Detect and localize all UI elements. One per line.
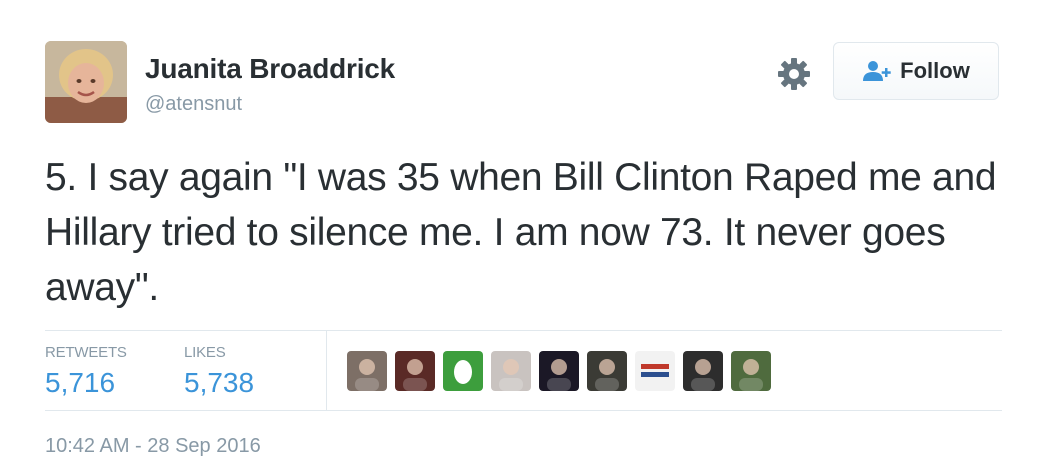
liker-avatar-2[interactable] [395, 351, 435, 391]
tweet-timestamp[interactable]: 10:42 AM - 28 Sep 2016 [45, 435, 261, 458]
tweet-text: 5. I say again "I was 35 when Bill Clint… [45, 156, 997, 309]
retweets-stat[interactable]: RETWEETS 5,716 [45, 344, 127, 399]
retweets-label: RETWEETS [45, 344, 127, 361]
retweets-count: 5,716 [45, 367, 116, 398]
tweet-card: Juanita Broaddrick @atensnut Follow 5. I… [0, 0, 1043, 473]
liker-avatar-9[interactable] [731, 351, 771, 391]
stats-divider-top [45, 330, 1002, 331]
avatar-photo [45, 41, 127, 123]
gear-icon[interactable] [776, 56, 812, 92]
stats-divider-vertical [326, 331, 327, 410]
add-user-icon [863, 61, 891, 81]
liker-avatar-6[interactable] [587, 351, 627, 391]
likes-stat[interactable]: LIKES 5,738 [184, 344, 254, 399]
liker-avatar-8[interactable] [683, 351, 723, 391]
likes-label: LIKES [184, 344, 226, 361]
liker-avatars [347, 351, 771, 391]
author-avatar[interactable] [45, 41, 127, 123]
liker-avatar-5[interactable] [539, 351, 579, 391]
stats-divider-bottom [45, 410, 1002, 411]
follow-button[interactable]: Follow [833, 42, 999, 100]
likes-count: 5,738 [184, 367, 255, 398]
author-name[interactable]: Juanita Broaddrick [145, 53, 395, 85]
author-handle[interactable]: @atensnut [145, 93, 242, 116]
liker-avatar-3[interactable] [443, 351, 483, 391]
follow-button-label: Follow [900, 58, 970, 83]
liker-avatar-7[interactable] [635, 351, 675, 391]
liker-avatar-1[interactable] [347, 351, 387, 391]
liker-avatar-4[interactable] [491, 351, 531, 391]
